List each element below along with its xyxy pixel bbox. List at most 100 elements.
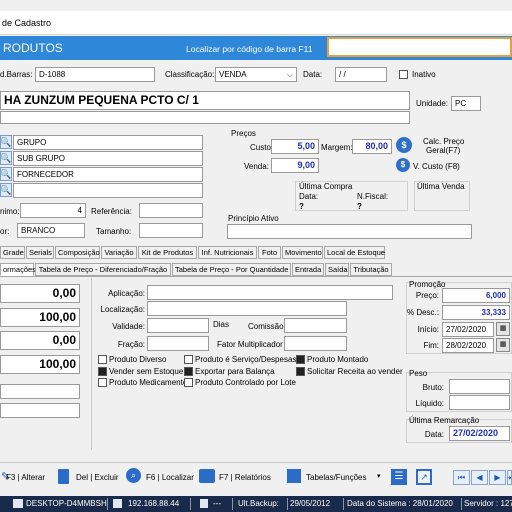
product-diverse-checkbox[interactable] <box>98 355 107 364</box>
product-name-field[interactable]: HA ZUNZUM PEQUENA PCTO C/ 1 <box>0 91 410 110</box>
tab-entry[interactable]: Entrada <box>292 263 324 276</box>
tab-grade[interactable]: Grade <box>0 246 25 259</box>
stock-value-4[interactable]: 100,00 <box>0 355 80 374</box>
first-record-button[interactable]: ⏮ <box>453 470 470 485</box>
status-divider <box>461 498 462 510</box>
inactive-checkbox[interactable] <box>399 70 408 79</box>
vcost-button[interactable]: $ <box>396 158 410 172</box>
unit-field[interactable]: PC <box>451 96 481 111</box>
remark-date-field[interactable]: 27/02/2020 <box>449 426 510 441</box>
net-weight-field[interactable] <box>449 395 510 410</box>
product-description-field[interactable] <box>0 111 410 124</box>
reference-label: Referência: <box>91 207 132 216</box>
barcode-field[interactable]: D-1088 <box>35 67 155 82</box>
calculator-icon: $ <box>401 140 407 150</box>
reports-button[interactable]: F7 | Relatórios <box>199 469 274 486</box>
product-batch-checkbox[interactable] <box>184 378 193 387</box>
calc-price-button[interactable]: $ <box>396 137 412 153</box>
sell-without-stock-checkbox[interactable] <box>98 367 107 376</box>
export-scale-checkbox[interactable] <box>184 367 193 376</box>
tab-variation[interactable]: Variação <box>101 246 137 259</box>
tab-stock-location[interactable]: Local de Estoque <box>324 246 385 259</box>
application-field[interactable] <box>147 285 393 300</box>
export-scale-label: Exportar para Balança <box>195 367 275 376</box>
group-search-button[interactable]: 🔍 <box>0 135 12 149</box>
alter-label: F3 | Alterar <box>6 473 45 482</box>
calendar-icon[interactable]: ▦ <box>496 338 510 352</box>
delete-button[interactable]: Del | Excluir <box>58 469 123 486</box>
product-medicine-checkbox[interactable] <box>98 378 107 387</box>
calendar-icon[interactable]: ▦ <box>496 322 510 336</box>
dollar-icon: $ <box>400 160 406 169</box>
commission-field[interactable] <box>284 318 347 333</box>
classification-select[interactable]: VENDA ⌵ <box>215 67 297 82</box>
list-button[interactable]: ☰ <box>391 469 407 485</box>
tab-movement[interactable]: Movimento <box>282 246 323 259</box>
promotion-end-field[interactable]: 28/02/2020 <box>442 338 494 353</box>
extra-field-2[interactable] <box>0 403 80 418</box>
tab-taxation[interactable]: Tributação <box>350 263 392 276</box>
locate-button[interactable]: ⌕ F6 | Localizar <box>126 468 196 486</box>
subgroup-search-button[interactable]: 🔍 <box>0 151 12 165</box>
next-record-button[interactable]: ▶ <box>489 470 506 485</box>
location-label: Localização: <box>100 305 145 314</box>
previous-record-button[interactable]: ◀ <box>471 470 488 485</box>
size-field[interactable] <box>139 223 203 238</box>
date-field[interactable]: / / <box>335 67 387 82</box>
export-button[interactable]: ↗ <box>416 469 432 485</box>
promotion-price-label: Preço: <box>415 291 439 300</box>
promotion-discount-field[interactable]: 33,333 <box>442 305 510 320</box>
status-blank: --- <box>213 499 221 508</box>
tab-price-fraction[interactable]: Tabela de Preço - Diferenciado/Fração <box>35 263 171 276</box>
tab-information[interactable]: ormações <box>0 263 36 276</box>
group-field[interactable]: GRUPO <box>13 135 203 150</box>
tab-price-quantity[interactable]: Tabela de Preço - Por Quantidade <box>172 263 291 276</box>
extra-field-1[interactable] <box>0 384 80 399</box>
remark-date-label: Data: <box>424 430 444 439</box>
tab-composition[interactable]: Composição <box>55 246 100 259</box>
color-field[interactable]: BRANCO <box>17 223 85 238</box>
flag-icon <box>200 499 208 508</box>
stock-value-3[interactable]: 0,00 <box>0 331 80 350</box>
active-principle-field[interactable] <box>227 224 472 239</box>
reference-field[interactable] <box>139 203 203 218</box>
sale-field[interactable]: 9,00 <box>271 158 319 173</box>
promotion-price-field[interactable]: 6,000 <box>442 288 510 303</box>
fraction-field[interactable] <box>147 336 209 351</box>
tab-nutrition[interactable]: Inf. Nutricionais <box>198 246 257 259</box>
product-assembled-checkbox[interactable] <box>296 355 305 364</box>
tab-photo[interactable]: Foto <box>258 246 281 259</box>
request-prescription-checkbox[interactable] <box>296 367 305 376</box>
validity-field[interactable] <box>147 318 209 333</box>
tab-kit[interactable]: Kit de Produtos <box>138 246 197 259</box>
stock-value-1[interactable]: 0,00 <box>0 284 80 303</box>
status-divider <box>190 498 191 510</box>
commission-label: Comissão: <box>248 322 286 331</box>
barcode-search-input[interactable] <box>327 37 512 57</box>
last-record-button[interactable]: ⏭ <box>507 470 512 485</box>
prices-section-label: Preços <box>231 129 256 138</box>
extra-search-button[interactable]: 🔍 <box>0 183 12 197</box>
extra-lookup-field[interactable] <box>13 183 203 198</box>
tab-serials[interactable]: Serials <box>26 246 54 259</box>
location-field[interactable] <box>147 301 347 316</box>
tables-button[interactable]: Tabelas/Funções ▾ <box>287 469 384 486</box>
supplier-search-button[interactable]: 🔍 <box>0 167 12 181</box>
active-principle-label: Princípio Ativo <box>228 214 279 223</box>
cost-field[interactable]: 5,00 <box>271 139 319 154</box>
product-service-checkbox[interactable] <box>184 355 193 364</box>
unit-label: Unidade: <box>416 99 449 108</box>
cost-label: Custo <box>250 143 271 152</box>
alter-button[interactable]: ✎ F3 | Alterar <box>0 470 50 486</box>
gross-weight-field[interactable] <box>449 379 510 394</box>
stock-value-2[interactable]: 100,00 <box>0 308 80 327</box>
status-divider <box>343 498 344 510</box>
margin-field[interactable]: 80,00 <box>352 139 392 154</box>
inactive-label: Inativo <box>412 70 436 79</box>
minimum-field[interactable]: 4 <box>20 203 86 218</box>
multiplier-field[interactable] <box>284 336 347 351</box>
subgroup-field[interactable]: SUB GRUPO <box>13 151 203 166</box>
tab-exit[interactable]: Saída <box>325 263 349 276</box>
promotion-start-field[interactable]: 27/02/2020 <box>442 322 494 337</box>
supplier-field[interactable]: FORNECEDOR <box>13 167 203 182</box>
